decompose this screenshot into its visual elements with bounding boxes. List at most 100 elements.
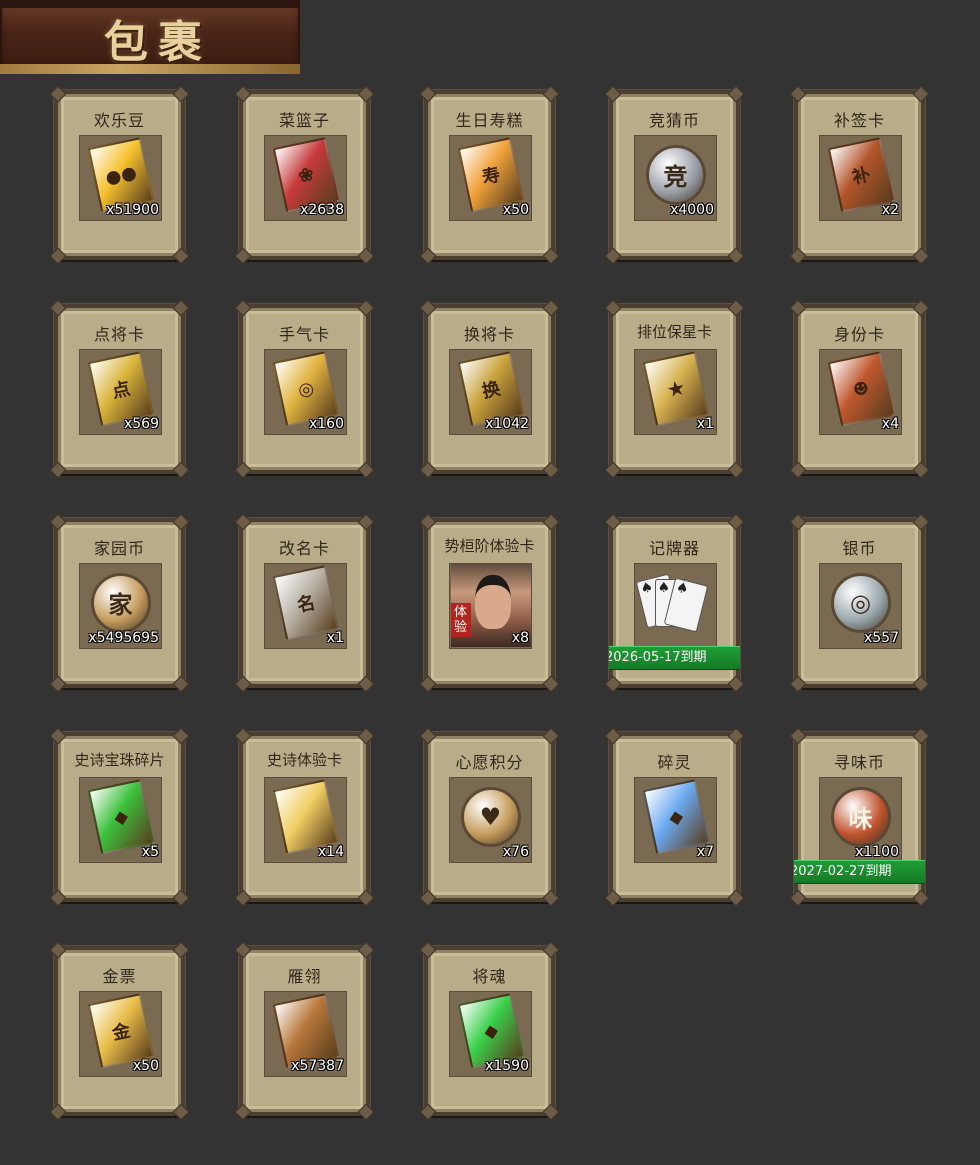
item-icon-frame[interactable]: ◎ x160 (264, 349, 347, 435)
item-name: 碎灵 (657, 753, 692, 772)
card-corner-ornament (172, 513, 190, 531)
item-count: x557 (863, 630, 899, 646)
item-icon-frame[interactable]: ◎ x557 (819, 563, 902, 649)
inventory-item-card[interactable]: 心愿积分 ♥ x76 (419, 727, 560, 907)
item-icon-frame[interactable]: ★ x1 (634, 349, 717, 435)
card-corner-ornament (604, 85, 622, 103)
item-icon-frame[interactable]: ◆ x7 (634, 777, 717, 863)
inventory-item-card[interactable]: 寻味币味 x1100 2027-02-27到期 (789, 727, 930, 907)
inventory-item-card[interactable]: 史诗体验卡 x14 (234, 727, 375, 907)
inventory-item-card[interactable]: 排位保星卡 ★ x1 (604, 299, 745, 479)
card-corner-ornament (172, 461, 190, 479)
coin-glyph: ♥ (460, 786, 521, 847)
item-name: 生日寿糕 (455, 111, 524, 130)
inventory-item-card[interactable]: 欢乐豆 ●● x51900 (49, 85, 190, 265)
card-corner-ornament (727, 513, 745, 531)
item-icon-frame[interactable]: ◆ x1590 (449, 991, 532, 1077)
epic-trial-card-icon (272, 778, 339, 855)
item-icon-frame[interactable]: ♥ x76 (449, 777, 532, 863)
item-icon-frame[interactable]: ●● x51900 (79, 135, 162, 221)
item-icon-frame[interactable]: x14 (264, 777, 347, 863)
item-name: 家园币 (93, 539, 145, 558)
card-corner-ornament (604, 675, 622, 693)
card-corner-ornament (172, 889, 190, 907)
inventory-item-card[interactable]: 势桓阶体验卡 体验 x8 (419, 513, 560, 693)
card-corner-ornament (49, 675, 67, 693)
inventory-item-card[interactable]: 点将卡点 x569 (49, 299, 190, 479)
card-corner-ornament (604, 461, 622, 479)
item-icon-frame[interactable]: x57387 (264, 991, 347, 1077)
item-count: x160 (308, 416, 344, 432)
item-icon-frame[interactable]: ❀ x2638 (264, 135, 347, 221)
page-title: 包裹 (104, 17, 212, 68)
item-icon-frame[interactable]: 点 x569 (79, 349, 162, 435)
card-corner-ornament (172, 941, 190, 959)
card-corner-ornament (234, 941, 252, 959)
item-count: x50 (502, 202, 529, 218)
card-corner-ornament (49, 941, 67, 959)
inventory-item-card[interactable]: 身份卡 ☻ x4 (789, 299, 930, 479)
inventory-item-card[interactable]: 补签卡补 x2 (789, 85, 930, 265)
item-count: x4000 (670, 202, 714, 218)
card-corner-ornament (542, 513, 560, 531)
item-name: 心愿积分 (455, 753, 524, 772)
inventory-item-card[interactable]: 银币 ◎ x557 (789, 513, 930, 693)
card-corner-ornament (419, 513, 437, 531)
inventory-item-card[interactable]: 改名卡名 x1 (234, 513, 375, 693)
card-corner-ornament (727, 461, 745, 479)
card-corner-ornament (912, 727, 930, 745)
item-icon-frame[interactable]: 补 x2 (819, 135, 902, 221)
card-corner-ornament (912, 247, 930, 265)
item-icon-frame[interactable]: 名 x1 (264, 563, 347, 649)
item-count: x76 (502, 844, 529, 860)
card-corner-ornament (357, 675, 375, 693)
item-name: 手气卡 (278, 325, 330, 344)
card-corner-ornament (542, 1103, 560, 1121)
item-name: 史诗体验卡 (266, 751, 342, 769)
card-corner-ornament (234, 727, 252, 745)
inventory-item-card[interactable]: 手气卡 ◎ x160 (234, 299, 375, 479)
card-corner-ornament (789, 247, 807, 265)
item-icon-frame[interactable]: ◆ x5 (79, 777, 162, 863)
inventory-item-card[interactable]: 将魂 ◆ x1590 (419, 941, 560, 1121)
card-corner-ornament (727, 299, 745, 317)
card-corner-ornament (49, 513, 67, 531)
coin-glyph: 竞 (645, 144, 706, 205)
card-corner-ornament (357, 247, 375, 265)
inventory-item-card[interactable]: 史诗宝珠碎片 ◆ x5 (49, 727, 190, 907)
card-corner-ornament (357, 299, 375, 317)
item-icon-frame[interactable]: ☻ x4 (819, 349, 902, 435)
card-corner-ornament (419, 727, 437, 745)
card-corner-ornament (604, 727, 622, 745)
item-icon-frame[interactable]: 换 x1042 (449, 349, 532, 435)
expiry-banner: 2026-05-17到期 (609, 646, 740, 670)
item-name: 竞猜币 (648, 111, 700, 130)
card-corner-ornament (49, 247, 67, 265)
card-corner-ornament (912, 461, 930, 479)
inventory-item-card[interactable]: 家园币家 x5495695 (49, 513, 190, 693)
item-name: 记牌器 (648, 539, 700, 558)
item-icon-frame[interactable]: ♠ ♠ ♠ (634, 563, 717, 649)
inventory-item-card[interactable]: 竞猜币竞 x4000 (604, 85, 745, 265)
card-corner-ornament (789, 889, 807, 907)
coin-glyph: 味 (830, 786, 891, 847)
card-corner-ornament (912, 85, 930, 103)
card-corner-ornament (357, 727, 375, 745)
item-icon-frame[interactable]: 寿 x50 (449, 135, 532, 221)
item-icon-frame[interactable]: 体验 x8 (449, 562, 532, 649)
inventory-item-card[interactable]: 记牌器 ♠ ♠ ♠ 2026-05-17到期 (604, 513, 745, 693)
item-icon-frame[interactable]: 竞 x4000 (634, 135, 717, 221)
item-icon-frame[interactable]: 金 x50 (79, 991, 162, 1077)
item-icon-frame[interactable]: 家 x5495695 (79, 563, 162, 649)
inventory-item-card[interactable]: 雁翎 x57387 (234, 941, 375, 1121)
inventory-item-card[interactable]: 碎灵 ◆ x7 (604, 727, 745, 907)
inventory-item-card[interactable]: 菜篮子 ❀ x2638 (234, 85, 375, 265)
card-corner-ornament (727, 247, 745, 265)
inventory-item-card[interactable]: 生日寿糕寿 x50 (419, 85, 560, 265)
item-icon-frame[interactable]: 味 x1100 (819, 777, 902, 863)
card-corner-ornament (234, 299, 252, 317)
inventory-item-card[interactable]: 换将卡换 x1042 (419, 299, 560, 479)
inventory-item-card[interactable]: 金票金 x50 (49, 941, 190, 1121)
card-corner-ornament (49, 889, 67, 907)
card-corner-ornament (357, 513, 375, 531)
